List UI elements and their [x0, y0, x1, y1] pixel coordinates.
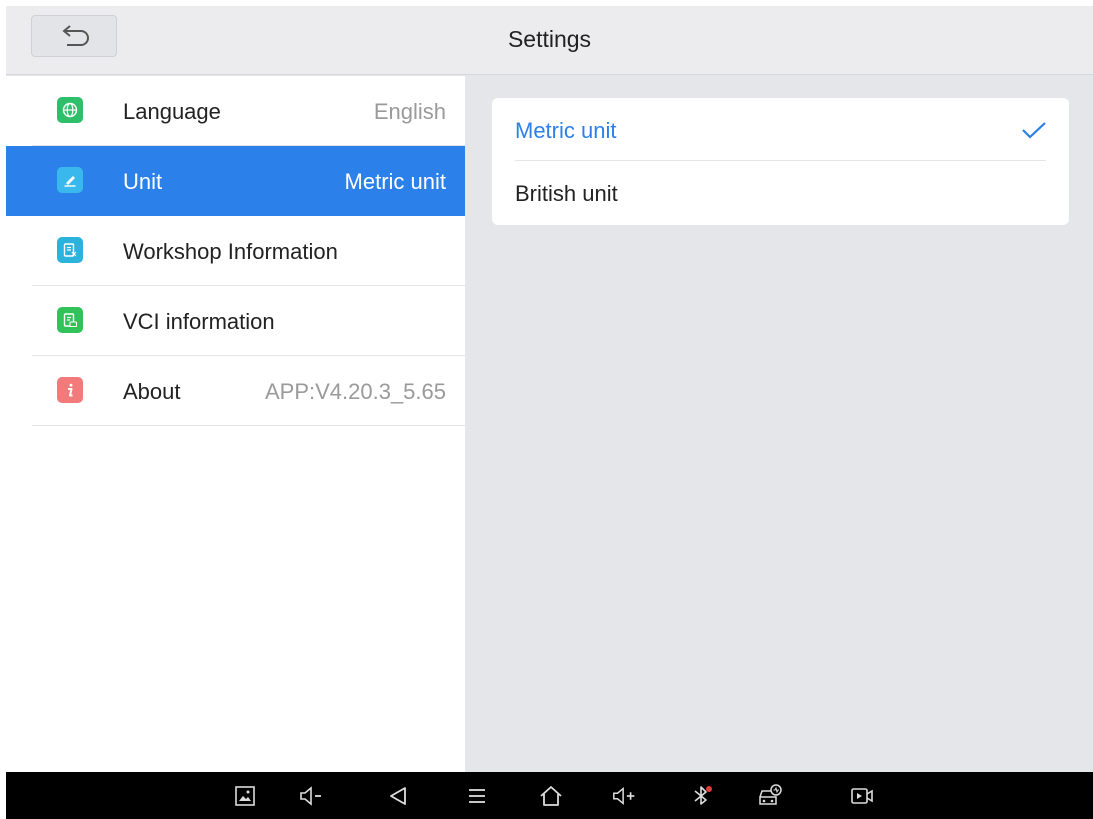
ruler-pencil-icon	[57, 167, 83, 193]
sidebar-item-label: Unit	[123, 169, 163, 194]
vci-document-icon	[57, 307, 83, 333]
app-version: APP:V4.20.3_5.65	[264, 379, 446, 404]
sidebar-item-value: Metric unit	[344, 169, 446, 194]
sidebar-item-label: Language	[123, 99, 221, 124]
sidebar-item-workshop-information[interactable]: Workshop Information	[6, 216, 465, 286]
back-triangle-icon[interactable]	[384, 782, 412, 810]
option-metric-unit[interactable]: Metric unit	[492, 98, 1069, 161]
option-label: Metric unit	[515, 118, 617, 143]
sidebar-item-unit[interactable]: Unit Metric unit	[6, 146, 465, 216]
page-title: Settings	[507, 26, 592, 52]
sidebar-item-language[interactable]: Language English	[6, 76, 465, 146]
sidebar-item-label: VCI information	[123, 309, 275, 334]
sidebar-item-vci-information[interactable]: VCI information	[6, 286, 465, 356]
globe-icon	[57, 97, 83, 123]
settings-sidebar: Language English Unit Metric unit Worksh…	[6, 76, 465, 772]
checkmark-icon	[1022, 122, 1046, 139]
sidebar-item-about[interactable]: About APP:V4.20.3_5.65	[6, 356, 465, 426]
option-label: British unit	[515, 181, 618, 206]
volume-up-icon[interactable]	[611, 782, 639, 810]
unit-options-card: Metric unit British unit	[492, 98, 1069, 225]
screenshot-icon[interactable]	[231, 782, 259, 810]
sidebar-item-label: About	[123, 379, 181, 404]
sidebar-item-value: English	[373, 99, 446, 124]
volume-down-icon[interactable]	[298, 782, 326, 810]
divider	[32, 425, 465, 426]
home-icon[interactable]	[537, 782, 565, 810]
document-edit-icon	[57, 237, 83, 263]
option-british-unit[interactable]: British unit	[492, 161, 1069, 224]
sidebar-item-label: Workshop Information	[123, 239, 338, 264]
settings-screen: Settings Language English Unit Metric un…	[6, 6, 1093, 819]
vehicle-diagnostic-icon[interactable]	[756, 782, 784, 810]
info-icon	[57, 377, 83, 403]
screen-record-icon[interactable]	[848, 782, 876, 810]
system-nav-bar	[6, 772, 1093, 819]
menu-icon[interactable]	[463, 782, 491, 810]
bluetooth-icon[interactable]	[688, 782, 716, 810]
header-bar: Settings	[6, 6, 1093, 75]
